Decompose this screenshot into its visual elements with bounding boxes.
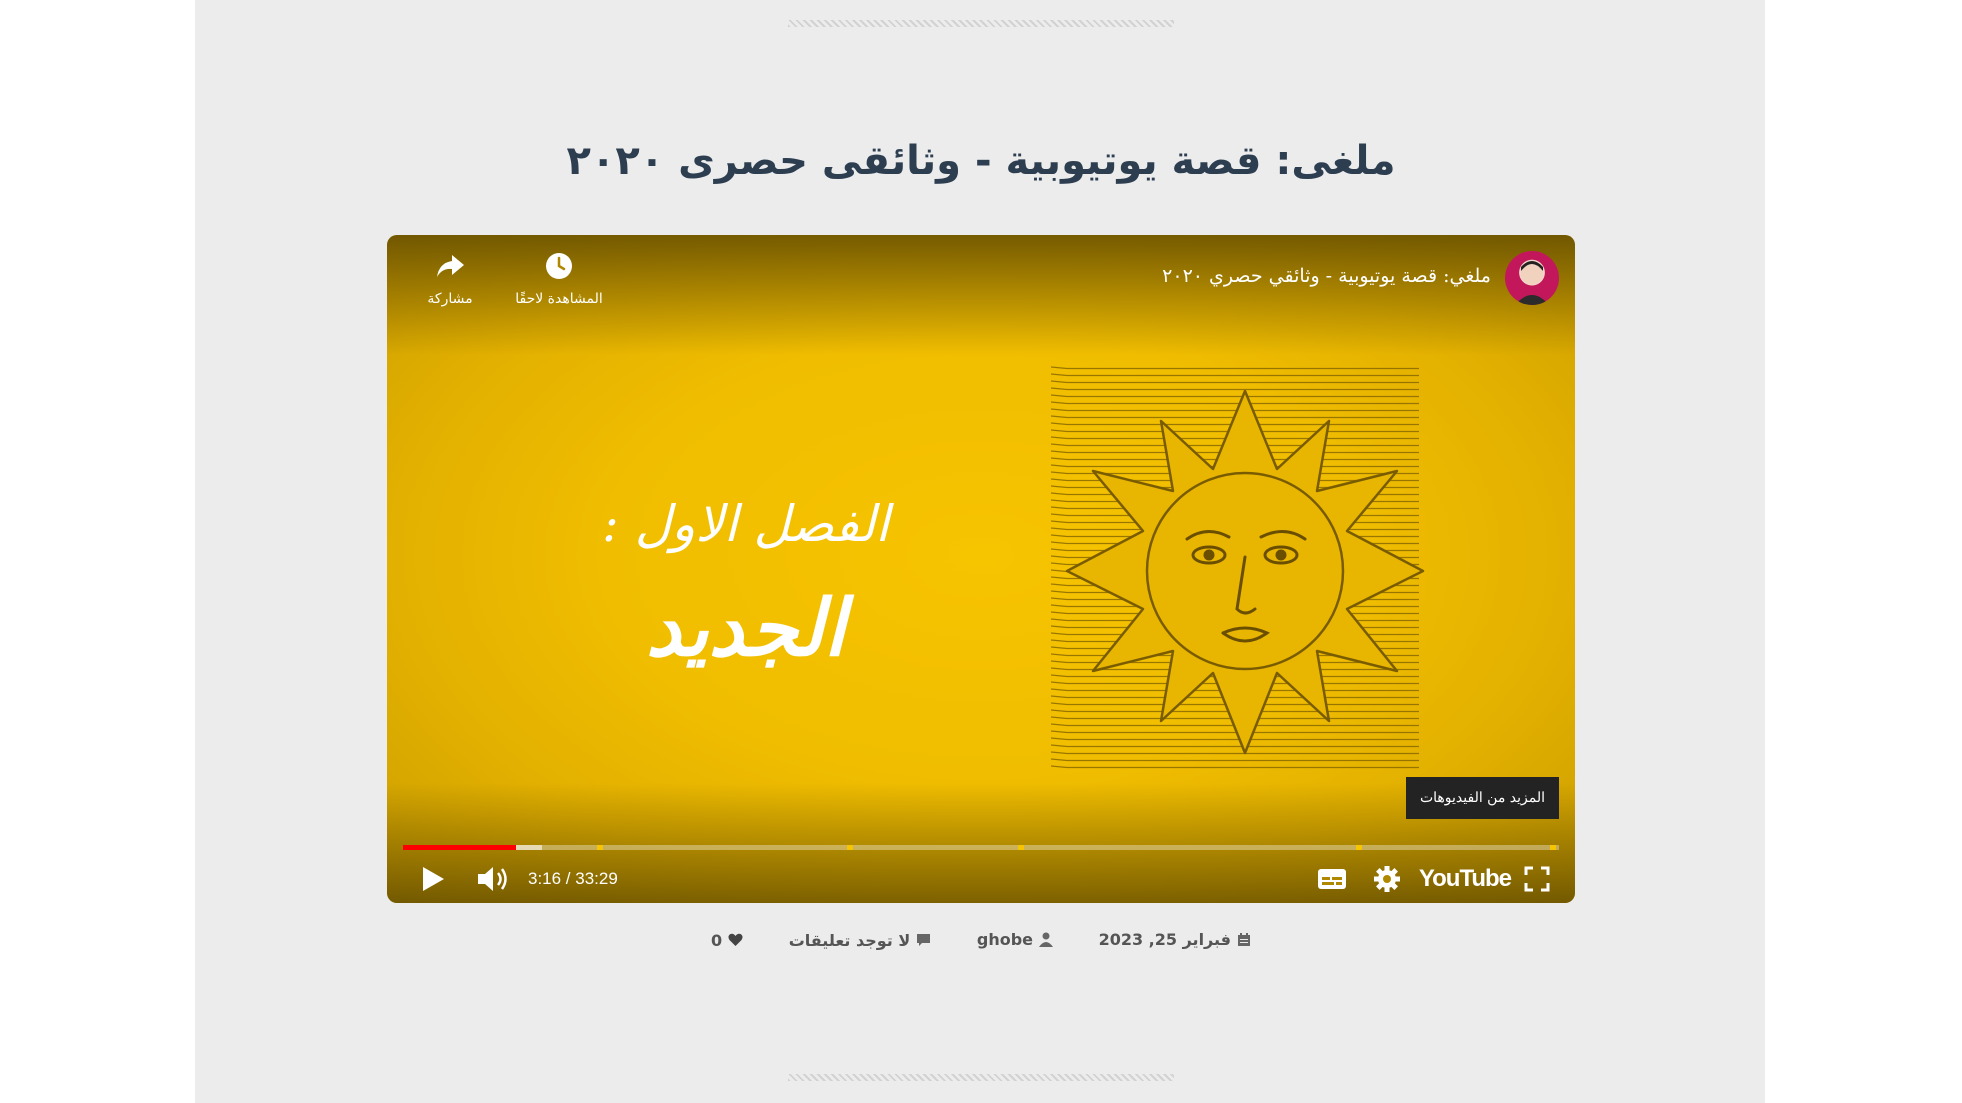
share-button[interactable]: مشاركة xyxy=(425,251,475,307)
chapter-mark xyxy=(1550,845,1557,850)
chapter-mark xyxy=(1356,845,1362,850)
time-display: 3:16 / 33:29 xyxy=(528,869,618,888)
watch-later-label: المشاهدة لاحقًا xyxy=(515,291,603,307)
chapter-name: الجديد xyxy=(645,583,846,674)
volume-icon xyxy=(478,867,507,891)
comments-count: لا توجد تعليقات xyxy=(788,930,911,950)
bottom-divider xyxy=(788,1074,1174,1081)
video-player[interactable]: الفصل الاول : الجديد ملغي: قصة يوتيوبية … xyxy=(387,235,1575,903)
fullscreen-button[interactable] xyxy=(1519,857,1555,901)
likes-count: 0 xyxy=(710,930,723,950)
sun-illustration xyxy=(1050,366,1425,769)
post-author: ghobe xyxy=(976,930,1033,949)
share-arrow-icon xyxy=(437,255,464,277)
play-button[interactable] xyxy=(415,857,451,901)
gear-icon xyxy=(1374,866,1400,892)
meta-comments[interactable]: لا توجد تعليقات xyxy=(789,931,932,950)
avatar-face-icon xyxy=(1515,261,1549,305)
more-videos-button[interactable]: المزيد من الفيديوهات xyxy=(1405,777,1559,819)
meta-date[interactable]: فبراير 25, 2023 xyxy=(1099,930,1251,949)
video-title-link[interactable]: ملغي: قصة يوتيوبية - وثائقي حصري ٢٠٢٠ xyxy=(1162,265,1491,287)
share-label: مشاركة xyxy=(427,291,473,307)
watch-later-button[interactable]: المشاهدة لاحقًا xyxy=(509,251,609,307)
clock-icon xyxy=(546,253,572,279)
chapter-mark xyxy=(596,845,603,850)
calendar-icon xyxy=(1238,933,1251,946)
post-date: فبراير 25, 2023 xyxy=(1098,930,1232,949)
youtube-logo-link[interactable]: YouTube xyxy=(1419,865,1512,893)
post-title: ملغى: قصة يوتيوبية - وثائقى حصرى ٢٠٢٠ xyxy=(566,138,1396,184)
progress-played xyxy=(403,845,516,850)
chapter-mark xyxy=(847,845,854,850)
post-meta: فبراير 25, 2023 ghobe لا توجد تعليقات 0 xyxy=(0,930,1962,951)
player-controls: 3:16 / 33:29 YouTube xyxy=(387,857,1575,901)
channel-avatar[interactable] xyxy=(1505,251,1559,305)
settings-button[interactable] xyxy=(1369,857,1405,901)
meta-author[interactable]: ghobe xyxy=(977,930,1053,949)
heart-icon xyxy=(728,933,743,946)
subtitles-icon xyxy=(1318,869,1346,889)
comment-icon xyxy=(917,934,931,946)
chapter-overlay: الفصل الاول : الجديد xyxy=(602,495,889,674)
chapter-label: الفصل الاول : xyxy=(602,495,890,553)
user-icon xyxy=(1039,932,1053,947)
volume-button[interactable] xyxy=(473,857,513,901)
play-icon xyxy=(423,867,444,891)
fullscreen-icon xyxy=(1524,866,1550,892)
subtitles-button[interactable] xyxy=(1314,857,1350,901)
top-divider xyxy=(788,20,1174,27)
progress-bar[interactable] xyxy=(403,845,1559,850)
chapter-mark xyxy=(1018,845,1025,850)
meta-likes[interactable]: 0 xyxy=(711,931,743,950)
